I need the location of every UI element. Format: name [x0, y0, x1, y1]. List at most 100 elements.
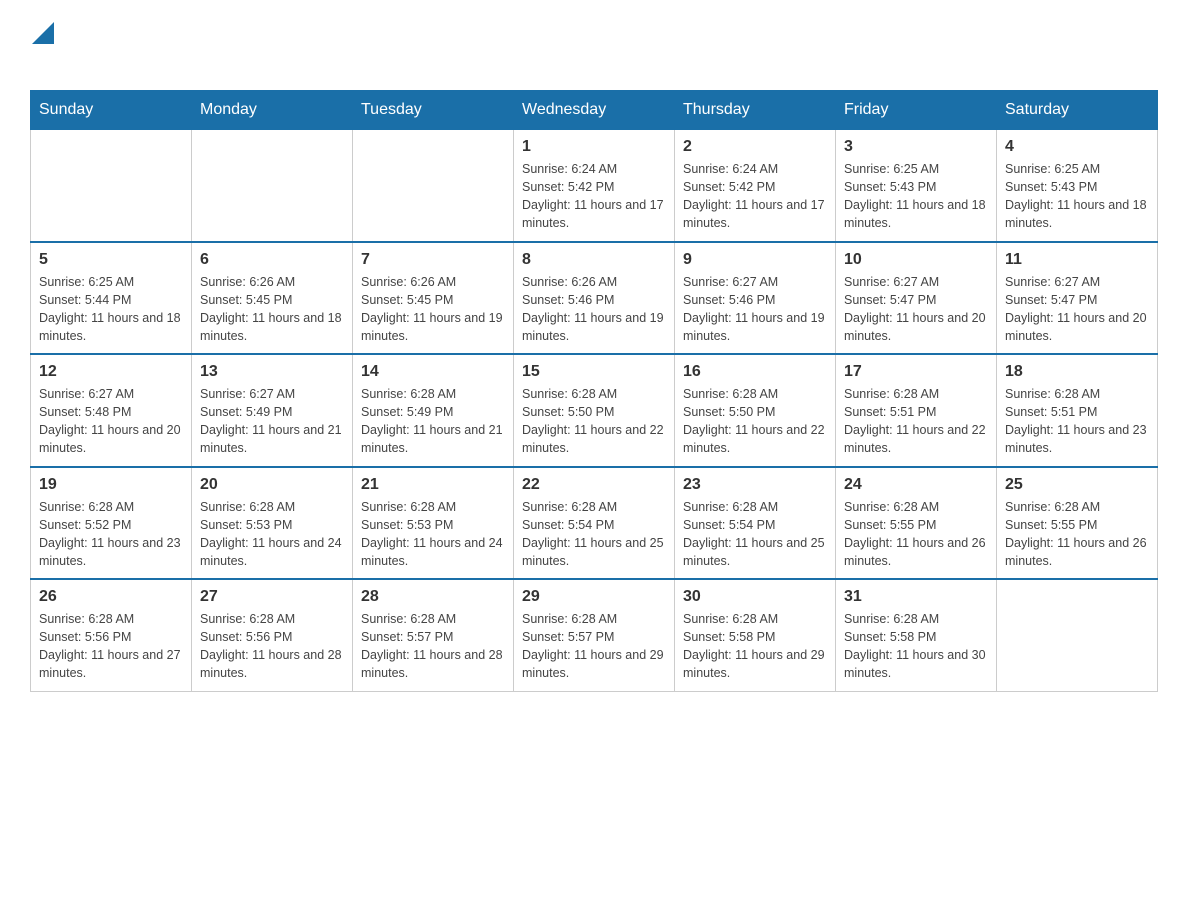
day-info: Sunrise: 6:24 AMSunset: 5:42 PMDaylight:… [522, 160, 666, 233]
calendar-cell: 16 Sunrise: 6:28 AMSunset: 5:50 PMDayligh… [675, 354, 836, 467]
day-info: Sunrise: 6:28 AMSunset: 5:57 PMDaylight:… [361, 610, 505, 683]
calendar-header-row: SundayMondayTuesdayWednesdayThursdayFrid… [31, 91, 1158, 130]
day-number: 14 [361, 363, 505, 381]
weekday-header-wednesday: Wednesday [514, 91, 675, 130]
day-info: Sunrise: 6:26 AMSunset: 5:45 PMDaylight:… [361, 273, 505, 346]
calendar-cell: 13 Sunrise: 6:27 AMSunset: 5:49 PMDayligh… [192, 354, 353, 467]
calendar-week-3: 12Sunrise: 6:27 AMSunset: 5:48 PMDayligh… [31, 354, 1158, 467]
day-number: 16 [683, 363, 827, 381]
day-info: Sunrise: 6:28 AMSunset: 5:51 PMDaylight:… [1005, 385, 1149, 458]
day-number: 19 [39, 476, 183, 494]
day-info: Sunrise: 6:28 AMSunset: 5:56 PMDaylight:… [39, 610, 183, 683]
calendar-cell: 10 Sunrise: 6:27 AMSunset: 5:47 PMDayligh… [836, 242, 997, 355]
calendar-cell: 15 Sunrise: 6:28 AMSunset: 5:50 PMDayligh… [514, 354, 675, 467]
weekday-header-monday: Monday [192, 91, 353, 130]
calendar-cell: 9 Sunrise: 6:27 AMSunset: 5:46 PMDaylight… [675, 242, 836, 355]
day-info: Sunrise: 6:25 AMSunset: 5:43 PMDaylight:… [844, 160, 988, 233]
day-number: 1 [522, 138, 666, 156]
calendar-cell: 2 Sunrise: 6:24 AMSunset: 5:42 PMDaylight… [675, 130, 836, 242]
day-info: Sunrise: 6:28 AMSunset: 5:53 PMDaylight:… [200, 498, 344, 571]
day-number: 28 [361, 588, 505, 606]
calendar-table: SundayMondayTuesdayWednesdayThursdayFrid… [30, 90, 1158, 692]
day-number: 4 [1005, 138, 1149, 156]
day-number: 7 [361, 251, 505, 269]
day-number: 15 [522, 363, 666, 381]
weekday-header-sunday: Sunday [31, 91, 192, 130]
day-number: 18 [1005, 363, 1149, 381]
day-info: Sunrise: 6:28 AMSunset: 5:54 PMDaylight:… [683, 498, 827, 571]
day-info: Sunrise: 6:28 AMSunset: 5:54 PMDaylight:… [522, 498, 666, 571]
day-number: 27 [200, 588, 344, 606]
calendar-cell: 12Sunrise: 6:27 AMSunset: 5:48 PMDayligh… [31, 354, 192, 467]
day-info: Sunrise: 6:28 AMSunset: 5:50 PMDaylight:… [522, 385, 666, 458]
calendar-cell: 18 Sunrise: 6:28 AMSunset: 5:51 PMDayligh… [997, 354, 1158, 467]
calendar-cell: 11 Sunrise: 6:27 AMSunset: 5:47 PMDayligh… [997, 242, 1158, 355]
day-number: 21 [361, 476, 505, 494]
calendar-cell: 29 Sunrise: 6:28 AMSunset: 5:57 PMDayligh… [514, 579, 675, 691]
calendar-cell: 31 Sunrise: 6:28 AMSunset: 5:58 PMDayligh… [836, 579, 997, 691]
day-number: 22 [522, 476, 666, 494]
day-info: Sunrise: 6:28 AMSunset: 5:51 PMDaylight:… [844, 385, 988, 458]
day-info: Sunrise: 6:28 AMSunset: 5:57 PMDaylight:… [522, 610, 666, 683]
day-info: Sunrise: 6:28 AMSunset: 5:55 PMDaylight:… [1005, 498, 1149, 571]
day-number: 9 [683, 251, 827, 269]
calendar-cell: 22 Sunrise: 6:28 AMSunset: 5:54 PMDayligh… [514, 467, 675, 580]
day-info: Sunrise: 6:26 AMSunset: 5:46 PMDaylight:… [522, 273, 666, 346]
day-number: 26 [39, 588, 183, 606]
calendar-cell: 30Sunrise: 6:28 AMSunset: 5:58 PMDayligh… [675, 579, 836, 691]
calendar-cell [192, 130, 353, 242]
day-info: Sunrise: 6:24 AMSunset: 5:42 PMDaylight:… [683, 160, 827, 233]
day-info: Sunrise: 6:26 AMSunset: 5:45 PMDaylight:… [200, 273, 344, 346]
day-number: 23 [683, 476, 827, 494]
day-info: Sunrise: 6:27 AMSunset: 5:48 PMDaylight:… [39, 385, 183, 458]
day-info: Sunrise: 6:28 AMSunset: 5:50 PMDaylight:… [683, 385, 827, 458]
day-number: 8 [522, 251, 666, 269]
day-number: 20 [200, 476, 344, 494]
weekday-header-friday: Friday [836, 91, 997, 130]
day-number: 24 [844, 476, 988, 494]
calendar-cell: 23 Sunrise: 6:28 AMSunset: 5:54 PMDayligh… [675, 467, 836, 580]
day-number: 6 [200, 251, 344, 269]
calendar-cell: 24 Sunrise: 6:28 AMSunset: 5:55 PMDayligh… [836, 467, 997, 580]
day-info: Sunrise: 6:27 AMSunset: 5:49 PMDaylight:… [200, 385, 344, 458]
calendar-cell: 19 Sunrise: 6:28 AMSunset: 5:52 PMDayligh… [31, 467, 192, 580]
weekday-header-thursday: Thursday [675, 91, 836, 130]
day-number: 29 [522, 588, 666, 606]
calendar-week-5: 26 Sunrise: 6:28 AMSunset: 5:56 PMDayligh… [31, 579, 1158, 691]
calendar-cell: 28 Sunrise: 6:28 AMSunset: 5:57 PMDayligh… [353, 579, 514, 691]
calendar-cell: 6 Sunrise: 6:26 AMSunset: 5:45 PMDaylight… [192, 242, 353, 355]
calendar-cell: 14Sunrise: 6:28 AMSunset: 5:49 PMDayligh… [353, 354, 514, 467]
calendar-cell: 1 Sunrise: 6:24 AMSunset: 5:42 PMDaylight… [514, 130, 675, 242]
day-number: 13 [200, 363, 344, 381]
calendar-cell: 21 Sunrise: 6:28 AMSunset: 5:53 PMDayligh… [353, 467, 514, 580]
day-info: Sunrise: 6:28 AMSunset: 5:52 PMDaylight:… [39, 498, 183, 571]
day-info: Sunrise: 6:27 AMSunset: 5:47 PMDaylight:… [1005, 273, 1149, 346]
weekday-header-tuesday: Tuesday [353, 91, 514, 130]
calendar-week-1: 1 Sunrise: 6:24 AMSunset: 5:42 PMDaylight… [31, 130, 1158, 242]
calendar-cell: 3Sunrise: 6:25 AMSunset: 5:43 PMDaylight… [836, 130, 997, 242]
day-number: 2 [683, 138, 827, 156]
day-number: 17 [844, 363, 988, 381]
day-info: Sunrise: 6:28 AMSunset: 5:56 PMDaylight:… [200, 610, 344, 683]
page-header [30, 20, 1158, 70]
day-info: Sunrise: 6:25 AMSunset: 5:44 PMDaylight:… [39, 273, 183, 346]
day-number: 10 [844, 251, 988, 269]
calendar-cell: 20 Sunrise: 6:28 AMSunset: 5:53 PMDayligh… [192, 467, 353, 580]
day-info: Sunrise: 6:28 AMSunset: 5:58 PMDaylight:… [844, 610, 988, 683]
day-info: Sunrise: 6:28 AMSunset: 5:53 PMDaylight:… [361, 498, 505, 571]
logo-triangle-icon [32, 22, 54, 44]
calendar-cell: 26 Sunrise: 6:28 AMSunset: 5:56 PMDayligh… [31, 579, 192, 691]
calendar-cell: 8 Sunrise: 6:26 AMSunset: 5:46 PMDaylight… [514, 242, 675, 355]
calendar-cell [31, 130, 192, 242]
day-number: 31 [844, 588, 988, 606]
weekday-header-saturday: Saturday [997, 91, 1158, 130]
calendar-week-4: 19 Sunrise: 6:28 AMSunset: 5:52 PMDayligh… [31, 467, 1158, 580]
day-info: Sunrise: 6:28 AMSunset: 5:55 PMDaylight:… [844, 498, 988, 571]
calendar-cell: 5 Sunrise: 6:25 AMSunset: 5:44 PMDaylight… [31, 242, 192, 355]
day-number: 5 [39, 251, 183, 269]
calendar-week-2: 5 Sunrise: 6:25 AMSunset: 5:44 PMDaylight… [31, 242, 1158, 355]
logo [30, 20, 54, 70]
day-number: 11 [1005, 251, 1149, 269]
day-info: Sunrise: 6:27 AMSunset: 5:47 PMDaylight:… [844, 273, 988, 346]
day-info: Sunrise: 6:27 AMSunset: 5:46 PMDaylight:… [683, 273, 827, 346]
